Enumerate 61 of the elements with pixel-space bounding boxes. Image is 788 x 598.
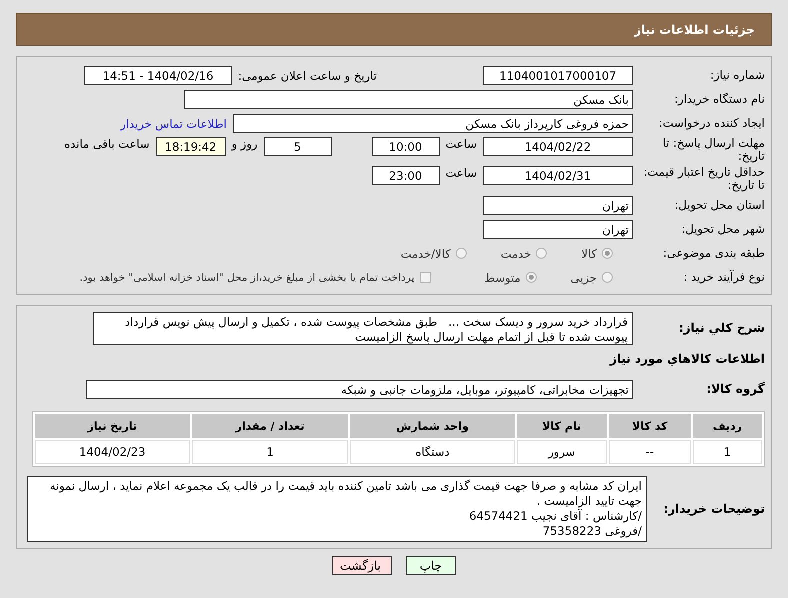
- buyer-notes-text-area: ایران کد مشابه و صرفا جهت قیمت گذاری می باشد تامین کننده باید قیمت را در قالب یک مجموعه اعلام نماید ، ارسال نمونه جهت تایید الزامیست . /کارشناس : آقای نجیب 64574421 /فروغی 75358223: [27, 476, 647, 542]
- field-label: حداقل تاریخ اعتبار قیمت: تا تاریخ:: [642, 166, 765, 192]
- city-field: تهران: [483, 220, 633, 239]
- requester-field: حمزه فروغی کارپرداز بانک مسکن: [233, 114, 633, 133]
- field-label: ایجاد کننده درخواست:: [658, 117, 765, 130]
- column-header: تعداد / مقدار: [192, 414, 348, 438]
- table-cell: 1404/02/23: [35, 440, 190, 464]
- time-field: 10:00: [372, 137, 440, 156]
- radio-button[interactable]: [456, 248, 467, 259]
- column-header: نام کالا: [516, 414, 607, 438]
- date-field: 1404/02/31: [483, 166, 633, 185]
- column-header: واحد شمارش: [350, 414, 515, 438]
- option-label: جزیی: [570, 270, 597, 284]
- field-label: ساعت: [446, 166, 477, 180]
- option-label: کالا/خدمت: [400, 246, 451, 260]
- radio-button[interactable]: [526, 272, 537, 283]
- field-label: شماره نیاز:: [709, 69, 765, 82]
- field-label: شهر محل تحویل:: [680, 223, 765, 236]
- radio-button[interactable]: [602, 272, 613, 283]
- field-label: نام دستگاه خریدار:: [673, 93, 765, 106]
- column-header: کد کالا: [608, 414, 692, 438]
- time-field: 23:00: [372, 166, 440, 185]
- field-label: توضیحات خریدار:: [662, 502, 765, 516]
- field-label: مهلت ارسال پاسخ: تا تاریخ:: [662, 137, 765, 163]
- table-cell: سرور: [516, 440, 607, 464]
- option-label: کالا: [581, 246, 597, 260]
- need-number-field: 1104001017000107: [483, 66, 633, 85]
- field-label: ساعت باقی مانده: [64, 137, 150, 151]
- table-cell: 1: [192, 440, 348, 464]
- days-field: 5: [264, 137, 332, 156]
- section-heading: اطلاعات کالاهاي مورد نیاز: [608, 351, 765, 368]
- print-button[interactable]: چاپ: [406, 556, 456, 575]
- radio-button[interactable]: [536, 248, 548, 259]
- page-title: جزئیات اطلاعات نیاز: [16, 13, 772, 46]
- field-label: تاریخ و ساعت اعلان عمومی:: [238, 68, 377, 82]
- table-cell: --: [608, 440, 692, 464]
- column-header: تاریخ نیاز: [35, 414, 190, 438]
- column-header: ردیف: [693, 414, 762, 438]
- field-label: استان محل تحویل:: [674, 199, 765, 212]
- date-field: 1404/02/22: [483, 137, 633, 156]
- field-label: نوع فرآیند خرید :: [682, 271, 765, 284]
- field-label: روز و: [232, 137, 258, 151]
- province-field: تهران: [483, 196, 633, 215]
- checkbox-label: پرداخت تمام یا بخشی از مبلغ خرید،از محل "اسناد خزانه اسلامی" خواهد بود.: [80, 272, 415, 284]
- table-cell: دستگاه: [350, 440, 515, 464]
- option-label: خدمت: [500, 246, 532, 260]
- countdown-field: 18:19:42: [156, 137, 226, 156]
- announce-date-field: 1404/02/16 - 14:51: [84, 66, 232, 85]
- field-label: طبقه بندی موضوعی:: [662, 247, 765, 260]
- goods-group-field: تجهیزات مخابراتی، کامپیوتر، موبایل، ملزومات جانبی و شبکه: [86, 380, 633, 399]
- back-button[interactable]: بازگشت: [332, 556, 392, 575]
- table-cell: 1: [693, 440, 762, 464]
- field-label: گروه کالا:: [706, 383, 765, 396]
- checkbox[interactable]: [420, 272, 431, 283]
- field-label: ساعت: [446, 137, 477, 151]
- contact-link[interactable]: اطلاعات تماس خریدار: [120, 116, 227, 130]
- field-label: شرح کلي نیاز:: [678, 322, 765, 335]
- buyer-org-field: بانک مسکن: [184, 90, 633, 109]
- description-text-area: قرارداد خرید سرور و دیسک سخت ... طبق مشخصات پیوست شده ، تکمیل و ارسال پیش نویس قرارداد پیوست شده تا قبل از اتمام مهلت ارسال پاسخ الزامیست: [93, 312, 633, 345]
- option-label: متوسط: [484, 270, 521, 284]
- radio-button[interactable]: [602, 248, 613, 259]
